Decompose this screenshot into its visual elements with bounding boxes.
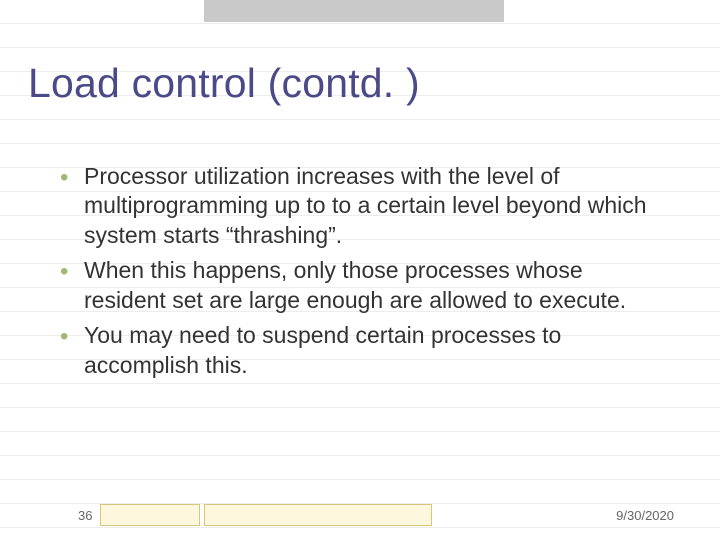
bullet-item: • Processor utilization increases with t… <box>60 162 670 250</box>
footer-date: 9/30/2020 <box>616 508 674 523</box>
bullet-item: • When this happens, only those processe… <box>60 256 670 315</box>
slide-body: • Processor utilization increases with t… <box>60 162 670 386</box>
footer-decor-bar-right <box>204 504 432 526</box>
bullet-dot-icon: • <box>60 256 84 288</box>
bullet-text: When this happens, only those processes … <box>84 256 670 315</box>
top-decor-bar <box>204 0 504 22</box>
slide-footer: 36 9/30/2020 <box>0 502 720 526</box>
bullet-item: • You may need to suspend certain proces… <box>60 321 670 380</box>
footer-decor-bar-left <box>100 504 200 526</box>
bullet-text: You may need to suspend certain processe… <box>84 321 670 380</box>
bullet-text: Processor utilization increases with the… <box>84 162 670 250</box>
page-number: 36 <box>78 508 92 523</box>
footer-decor-bars <box>100 504 440 526</box>
bullet-dot-icon: • <box>60 321 84 353</box>
bullet-dot-icon: • <box>60 162 84 194</box>
slide-title: Load control (contd. ) <box>28 60 420 107</box>
